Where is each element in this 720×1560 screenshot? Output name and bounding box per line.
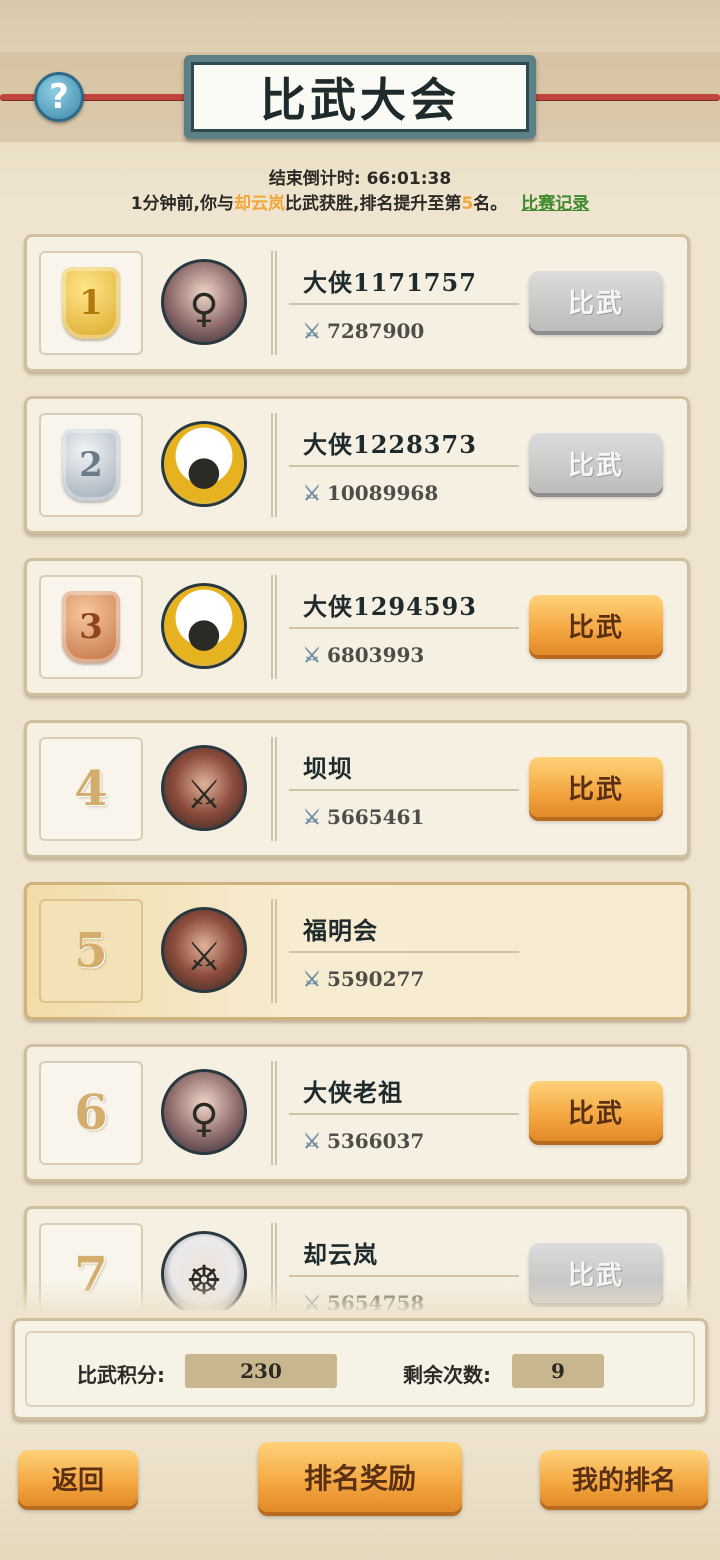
list-fade: [0, 1280, 720, 1314]
divider: [271, 575, 277, 679]
challenge-button[interactable]: 比武: [529, 595, 663, 655]
bronze-medal-icon: 3: [62, 591, 120, 663]
silver-medal-icon: 2: [62, 429, 120, 501]
player-name: 大侠1294593: [303, 592, 477, 621]
combat-power-value: 5665461: [326, 805, 425, 829]
my-rank-button[interactable]: 我的排名: [540, 1450, 708, 1506]
combat-power: ⚔ 7287900: [303, 319, 424, 343]
rank-number: 6: [74, 1085, 108, 1141]
avatar[interactable]: ●: [161, 583, 247, 669]
combat-power: ⚔ 5366037: [303, 1129, 424, 1153]
crossed-swords-icon: ⚔: [303, 967, 321, 991]
crossed-swords-icon: ⚔: [303, 1129, 321, 1153]
challenge-button[interactable]: 比武: [529, 433, 663, 493]
warrior-portrait-icon: ⚔: [186, 772, 222, 818]
battle-notice: 1分钟前,你与却云岚比武获胜,排名提升至第5名。 比赛记录: [0, 189, 720, 214]
points-value: 230: [185, 1354, 337, 1388]
player-name: 大侠1228373: [303, 430, 477, 459]
ranking-row: 1 ♀ 大侠1171757 ⚔ 7287900 比武: [24, 234, 690, 372]
divider: [289, 951, 519, 953]
ranking-row: 4 ⚔ 坝坝 ⚔ 5665461 比武: [24, 720, 690, 858]
female-portrait-icon: ♀: [189, 1096, 219, 1142]
points-label: 比武积分:: [77, 1363, 165, 1387]
avatar[interactable]: ♀: [161, 259, 247, 345]
divider: [271, 899, 277, 1003]
countdown-label: 结束倒计时:: [268, 169, 361, 189]
combat-power-value: 5590277: [326, 967, 425, 991]
rank-badge: 1: [39, 251, 143, 355]
right-rope: [520, 94, 720, 100]
stats-panel: 比武积分: 230 剩余次数: 9: [12, 1318, 708, 1420]
rank-badge: 6: [39, 1061, 143, 1165]
player-name: 大侠1171757: [303, 268, 477, 297]
match-record-link[interactable]: 比赛记录: [521, 194, 589, 214]
combat-power-value: 7287900: [326, 319, 425, 343]
combat-power: ⚔ 6803993: [303, 643, 424, 667]
remaining-value: 9: [512, 1354, 604, 1388]
challenge-button[interactable]: 比武: [529, 271, 663, 331]
warrior-portrait-icon: ⚔: [186, 934, 222, 980]
female-portrait-icon: ♀: [189, 286, 219, 332]
avatar[interactable]: ⚔: [161, 745, 247, 831]
divider: [289, 303, 519, 305]
combat-power: ⚔ 5665461: [303, 805, 424, 829]
divider: [271, 251, 277, 355]
rank-rewards-button[interactable]: 排名奖励: [258, 1442, 462, 1512]
notice-mid: 比武获胜,排名提升至第: [284, 194, 462, 214]
divider: [289, 789, 519, 791]
title-plaque: 比武大会: [184, 55, 536, 139]
ranking-row: 2 ● 大侠1228373 ⚔ 10089968 比武: [24, 396, 690, 534]
page-title: 比武大会: [191, 62, 529, 132]
combat-power-value: 6803993: [326, 643, 425, 667]
crossed-swords-icon: ⚔: [303, 805, 321, 829]
rank-number: 4: [74, 761, 108, 817]
panda-portrait-icon: ●: [186, 448, 222, 494]
divider: [289, 1113, 519, 1115]
notice-rank: 5: [461, 194, 474, 214]
divider: [271, 1061, 277, 1165]
player-name: 坝坝: [303, 754, 353, 783]
rank-badge: 2: [39, 413, 143, 517]
rank-badge: 3: [39, 575, 143, 679]
rank-badge: 5: [39, 899, 143, 1003]
divider: [289, 1275, 519, 1277]
gold-medal-icon: 1: [62, 267, 120, 339]
help-icon[interactable]: ?: [34, 72, 84, 122]
panda-portrait-icon: ●: [186, 610, 222, 656]
player-name: 大侠老祖: [303, 1078, 403, 1107]
combat-power-value: 10089968: [326, 481, 439, 505]
back-button[interactable]: 返回: [18, 1450, 138, 1506]
ranking-row: 6 ♀ 大侠老祖 ⚔ 5366037 比武: [24, 1044, 690, 1182]
notice-prefix: 1分钟前,你与: [130, 194, 234, 214]
divider: [271, 413, 277, 517]
divider: [289, 465, 519, 467]
crossed-swords-icon: ⚔: [303, 643, 321, 667]
crossed-swords-icon: ⚔: [303, 481, 321, 505]
countdown-value: 66:01:38: [366, 169, 452, 189]
notice-opponent: 却云岚: [233, 194, 285, 214]
challenge-button[interactable]: 比武: [529, 757, 663, 817]
challenge-button[interactable]: 比武: [529, 1081, 663, 1141]
combat-power: ⚔ 5590277: [303, 967, 424, 991]
avatar[interactable]: ♀: [161, 1069, 247, 1155]
crossed-swords-icon: ⚔: [303, 319, 321, 343]
player-name: 福明会: [303, 916, 378, 945]
ranking-row: 3 ● 大侠1294593 ⚔ 6803993 比武: [24, 558, 690, 696]
notice-suffix: 名。: [473, 194, 508, 214]
avatar[interactable]: ⚔: [161, 907, 247, 993]
divider: [271, 737, 277, 841]
rank-badge: 4: [39, 737, 143, 841]
avatar[interactable]: ●: [161, 421, 247, 507]
combat-power: ⚔ 10089968: [303, 481, 438, 505]
left-rope: [0, 94, 200, 100]
player-name: 却云岚: [303, 1240, 378, 1269]
combat-power-value: 5366037: [326, 1129, 425, 1153]
ranking-row: 5 ⚔ 福明会 ⚔ 5590277: [24, 882, 690, 1020]
divider: [289, 627, 519, 629]
rank-number: 5: [74, 923, 108, 979]
remaining-label: 剩余次数:: [403, 1363, 491, 1387]
countdown: 结束倒计时: 66:01:38: [0, 164, 720, 189]
ranking-list[interactable]: 1 ♀ 大侠1171757 ⚔ 7287900 比武 2 ● 大侠1228373 ⚔ 1008996…: [0, 230, 720, 1310]
